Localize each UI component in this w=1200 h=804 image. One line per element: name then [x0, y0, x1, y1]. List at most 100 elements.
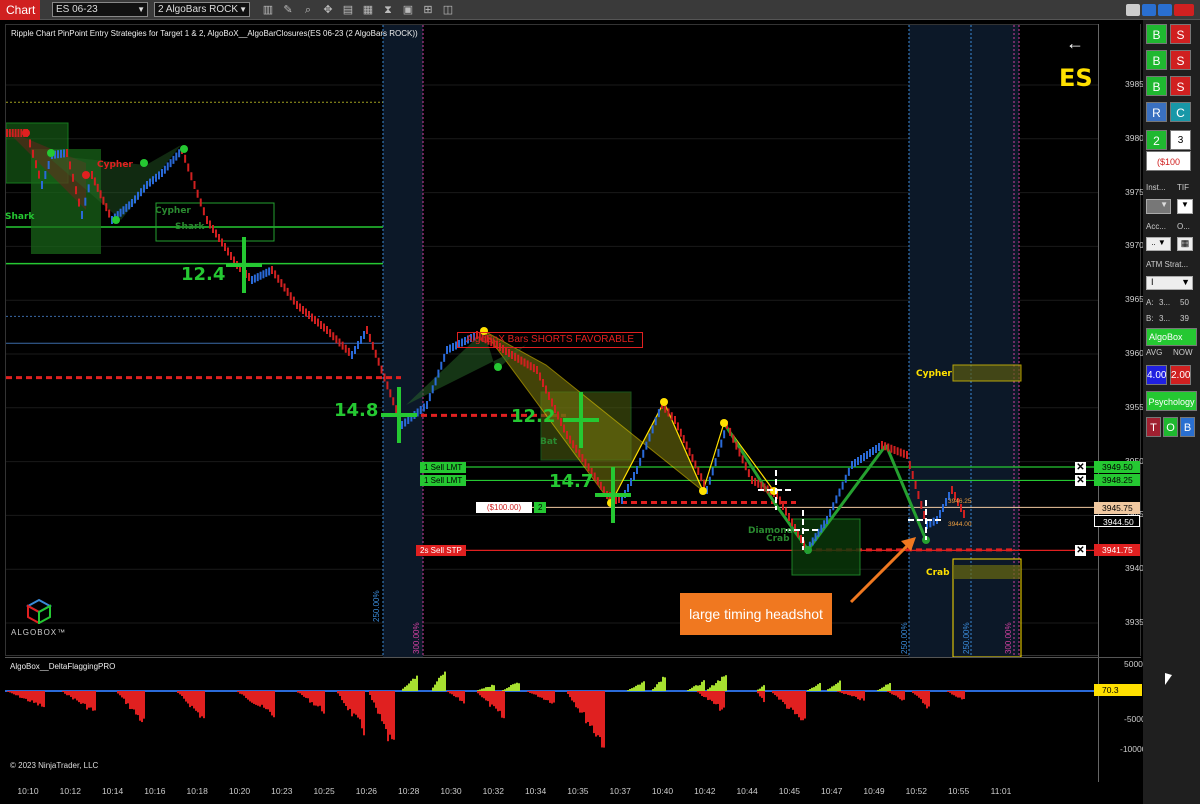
instrument-select[interactable]: ES 06-23 ▼ [52, 2, 148, 17]
delta-bar [487, 687, 489, 691]
price-bar [347, 347, 350, 356]
delta-bar [778, 691, 780, 700]
buy-stop-button[interactable]: B [1146, 76, 1167, 96]
close-order-icon[interactable]: ✕ [1075, 462, 1086, 473]
delta-bar [881, 687, 883, 691]
delta-bar [187, 691, 189, 704]
sell-stop-button[interactable]: S [1170, 76, 1191, 96]
sell-limit-button[interactable]: S [1170, 50, 1191, 70]
instrument-label: Inst... [1146, 183, 1166, 192]
zoom-icon[interactable]: ⌕ [302, 4, 314, 16]
buy-limit-button[interactable]: B [1146, 50, 1167, 70]
minimize-button[interactable] [1126, 4, 1140, 16]
delta-bar [271, 691, 273, 716]
avg-value: 4.00 [1146, 365, 1167, 385]
time-tick: 10:30 [440, 786, 462, 796]
delta-bar [499, 691, 501, 711]
psychology-button[interactable]: Psychology [1146, 391, 1197, 411]
position-qty[interactable]: 2 [534, 502, 547, 513]
close-button[interactable] [1174, 4, 1194, 16]
time-tick: 10:37 [609, 786, 631, 796]
arrow-left-icon[interactable]: ← [1066, 33, 1084, 54]
bar-style-icon[interactable]: ▥ [262, 4, 274, 16]
price-bar [41, 181, 43, 189]
quantity-box-2[interactable]: 3 [1170, 130, 1191, 150]
price-bar [754, 477, 757, 486]
algobox-logo [25, 598, 53, 625]
delta-bar [269, 691, 271, 712]
price-bar [131, 199, 133, 207]
global-icon[interactable]: ◫ [442, 4, 454, 16]
calculator-icon[interactable]: ▦ [1177, 237, 1193, 251]
price-bar [814, 533, 817, 542]
price-bar [119, 208, 122, 217]
delta-bar [901, 691, 903, 701]
atm-strategy-label: ATM Strat... [1146, 260, 1189, 269]
sell-market-button[interactable]: S [1170, 24, 1191, 44]
account-select[interactable]: .. ▼ [1146, 237, 1171, 251]
draw-icon[interactable]: ✎ [282, 4, 294, 16]
price-bar [332, 332, 335, 341]
delta-bar [833, 685, 835, 691]
o-button[interactable]: O [1163, 417, 1178, 437]
chart-trader-icon[interactable]: ⊞ [422, 4, 434, 16]
tif-select[interactable]: ▼ [1177, 199, 1193, 214]
properties-icon[interactable]: ▦ [362, 4, 374, 16]
t-button[interactable]: T [1146, 417, 1161, 437]
b-button[interactable]: B [1180, 417, 1195, 437]
price-bar [125, 203, 128, 212]
instrument-select[interactable]: ▼ [1146, 199, 1171, 214]
page-icon[interactable]: ▤ [342, 4, 354, 16]
delta-bar [633, 687, 635, 691]
pattern-label: Cypher [916, 369, 952, 379]
buy-market-button[interactable]: B [1146, 24, 1167, 44]
maximize-button[interactable] [1158, 4, 1172, 16]
chart-tab[interactable]: Chart [0, 0, 40, 20]
pattern-point [720, 419, 728, 427]
delta-flagging-panel[interactable]: AlgoBox__DeltaFlaggingPRO © 2023 NinjaTr… [5, 657, 1141, 782]
strategy-icon[interactable]: ⧗ [382, 4, 394, 16]
price-bar [869, 449, 871, 457]
price-bar [271, 266, 273, 274]
delta-bar [853, 691, 855, 697]
price-bar [44, 171, 47, 179]
algobox-button[interactable]: AlgoBox Sp [1146, 328, 1197, 346]
delta-bar [518, 683, 520, 691]
reverse-button[interactable]: R [1146, 102, 1167, 122]
sell-stop-order[interactable]: 2s Sell STP [416, 545, 466, 556]
atm-strategy-select[interactable]: I ▼ [1146, 276, 1193, 290]
position-pnl[interactable]: ($100.00) [476, 502, 532, 513]
bar-type-select[interactable]: 2 AlgoBars ROCK ▼ [154, 2, 250, 17]
delta-bar [94, 691, 96, 711]
pointer-icon[interactable]: ✥ [322, 4, 334, 16]
restore-button[interactable] [1142, 4, 1156, 16]
delta-bar [863, 691, 865, 701]
time-tick: 10:44 [736, 786, 758, 796]
price-bar [289, 292, 292, 301]
price-bar [872, 447, 874, 455]
template-icon[interactable]: ▣ [402, 4, 414, 16]
price-bar [532, 364, 535, 373]
close-order-icon[interactable]: ✕ [1075, 545, 1086, 556]
price-bar [452, 343, 454, 351]
delta-bar [717, 680, 719, 691]
fib-measure-label: 12.4 [181, 264, 226, 285]
sell-limit-order-1[interactable]: 1 Sell LMT [420, 462, 467, 473]
price-bar [20, 129, 23, 137]
price-bar [939, 510, 941, 518]
price-bar [81, 211, 83, 219]
pattern-point [82, 171, 90, 179]
close-button[interactable]: C [1170, 102, 1191, 122]
delta-bar [529, 691, 531, 693]
delta-bar [447, 691, 449, 693]
price-bar [212, 225, 214, 233]
delta-bar [88, 691, 90, 708]
delta-bar [41, 691, 43, 707]
delta-bar [883, 686, 885, 691]
delta-bar [635, 685, 637, 691]
logo-text: ALGOBOX™ [11, 628, 67, 637]
sell-limit-order-2[interactable]: 1 Sell LMT [420, 475, 467, 486]
quantity-box[interactable]: 2 [1146, 130, 1167, 150]
delta-bar [29, 691, 31, 702]
close-order-icon[interactable]: ✕ [1075, 475, 1086, 486]
